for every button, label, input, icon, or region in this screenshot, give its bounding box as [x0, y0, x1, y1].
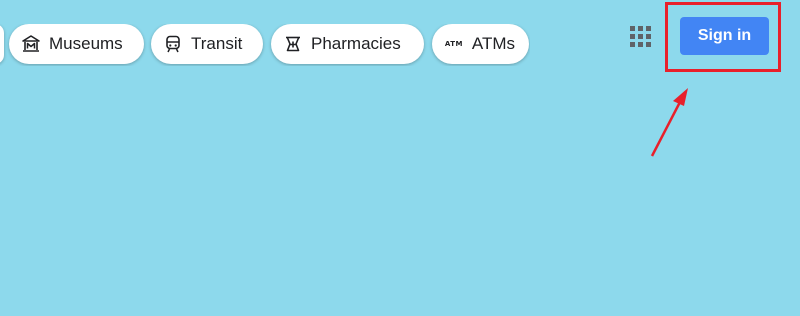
- museum-icon: [21, 34, 41, 54]
- chip-label: Museums: [49, 34, 123, 53]
- chip-partial-previous[interactable]: [0, 24, 4, 64]
- chip-pharmacies[interactable]: Pharmacies: [271, 24, 424, 64]
- category-chip-bar: Museums Transit Pharmacies ATM ATMs: [0, 24, 530, 66]
- annotation-arrow-icon: [650, 88, 688, 157]
- chip-label: ATMs: [471, 34, 515, 53]
- chip-label: Transit: [191, 34, 243, 53]
- apps-grid-icon[interactable]: [630, 26, 652, 48]
- pharmacy-icon: [283, 34, 303, 54]
- chip-transit[interactable]: Transit: [151, 24, 263, 64]
- atm-icon-text: ATM: [444, 40, 463, 48]
- sign-in-button[interactable]: Sign in: [680, 17, 769, 55]
- chip-museums[interactable]: Museums: [9, 24, 144, 64]
- atm-icon: ATM: [444, 34, 464, 54]
- chip-label: Pharmacies: [311, 34, 401, 53]
- train-icon: [163, 34, 183, 54]
- chip-atms[interactable]: ATM ATMs: [432, 24, 529, 64]
